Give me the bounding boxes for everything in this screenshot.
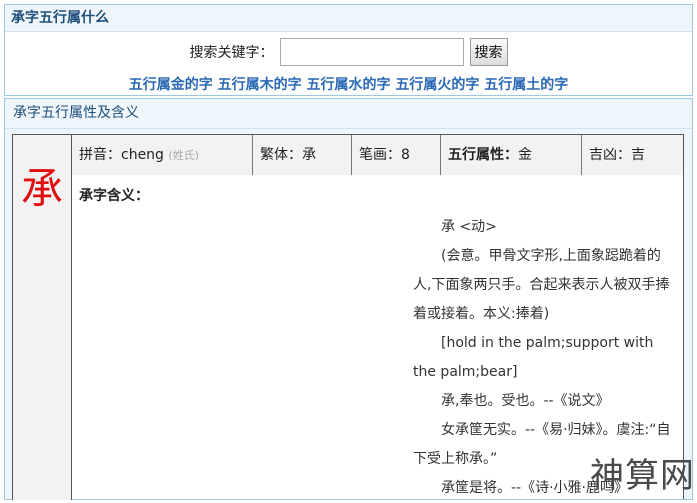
strokes-label: 笔画： xyxy=(359,147,401,163)
link-water-characters[interactable]: 五行属水的字 xyxy=(307,77,391,93)
search-panel-title: 承字五行属什么 xyxy=(5,5,692,32)
link-wood-characters[interactable]: 五行属木的字 xyxy=(218,77,302,93)
link-metal-characters[interactable]: 五行属金的字 xyxy=(129,77,213,93)
traditional-label: 繁体： xyxy=(260,147,302,163)
traditional-cell: 繁体：承 xyxy=(253,135,352,176)
detail-panel-title: 承字五行属性及含义 xyxy=(5,99,692,129)
strokes-value: 8 xyxy=(401,147,410,163)
pinyin-label: 拼音： xyxy=(79,147,121,163)
search-input[interactable] xyxy=(279,38,464,66)
pinyin-value: cheng xyxy=(121,147,164,163)
search-label: 搜索关键字： xyxy=(189,45,274,61)
detail-panel: 承字五行属性及含义 承 拼音：cheng (姓氏) 繁体：承 笔画：8 五行属性… xyxy=(4,98,693,500)
meaning-line: 承 <动> xyxy=(441,219,497,235)
big-character: 承 xyxy=(20,164,63,213)
luck-value: 吉 xyxy=(631,147,645,163)
meaning-line: (会意。甲骨文字形,上面象跽跪着的人,下面象两只手。合起来表示人被双手捧着或接着… xyxy=(413,248,670,322)
meaning-line: 承,奉也。受也。--《说文》 xyxy=(441,393,610,409)
meaning-label: 承字含义： xyxy=(79,188,149,204)
element-label: 五行属性： xyxy=(448,147,518,163)
traditional-value: 承 xyxy=(302,147,316,163)
element-links: 五行属金的字 五行属木的字 五行属水的字 五行属火的字 五行属土的字 xyxy=(5,74,692,94)
element-cell: 五行属性：金 xyxy=(441,135,582,176)
search-row: 搜索关键字： 搜索 xyxy=(5,38,692,66)
character-column: 承 xyxy=(12,134,72,500)
surname-tag: (姓氏) xyxy=(168,149,199,162)
link-fire-characters[interactable]: 五行属火的字 xyxy=(395,77,479,93)
luck-cell: 吉凶：吉 xyxy=(582,135,681,176)
search-button[interactable]: 搜索 xyxy=(469,38,508,66)
meaning-line: [hold in the palm;support with the palm;… xyxy=(413,335,654,380)
pinyin-cell: 拼音：cheng (姓氏) xyxy=(72,135,253,176)
site-watermark: 神算网 xyxy=(590,456,695,496)
luck-label: 吉凶： xyxy=(589,147,631,163)
element-value: 金 xyxy=(518,147,532,163)
info-row: 拼音：cheng (姓氏) 繁体：承 笔画：8 五行属性：金 吉凶：吉 xyxy=(71,134,684,177)
strokes-cell: 笔画：8 xyxy=(352,135,441,176)
search-panel: 承字五行属什么 搜索关键字： 搜索 五行属金的字 五行属木的字 五行属水的字 五行… xyxy=(4,4,693,96)
link-earth-characters[interactable]: 五行属土的字 xyxy=(484,77,568,93)
